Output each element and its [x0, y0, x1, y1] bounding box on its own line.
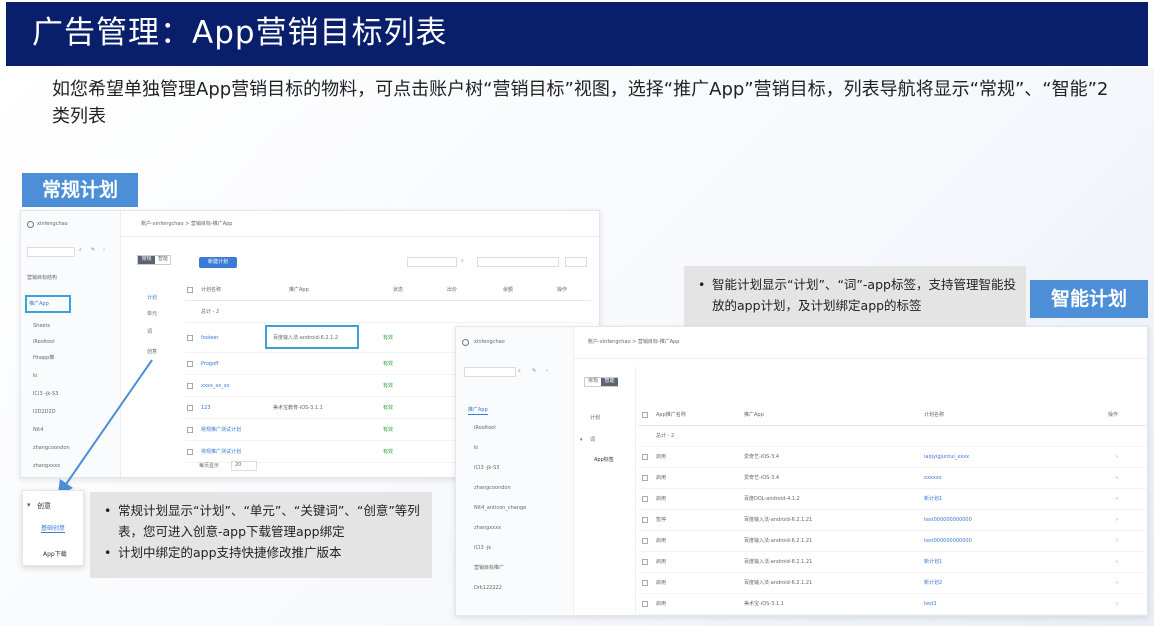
- tree-item[interactable]: zhangcoondon: [474, 485, 511, 492]
- chevron-right-icon[interactable]: ›: [1116, 580, 1118, 587]
- tree-search-input[interactable]: [464, 367, 516, 377]
- tree-item[interactable]: ki: [474, 445, 478, 452]
- account-name: xinfengchao: [474, 339, 505, 345]
- search-icon[interactable]: ⌕: [518, 368, 521, 375]
- row-checkbox[interactable]: [642, 601, 648, 607]
- table-row: 暂停 百度输入法-android-6.2.1.21 test0000000000…: [638, 510, 1146, 531]
- state-cell: 暂停: [656, 517, 667, 523]
- chevron-right-icon[interactable]: ›: [1116, 475, 1118, 482]
- chevron-right-icon[interactable]: ›: [1116, 454, 1118, 461]
- table-row: 启用 百度输入法-android-6.2.1.21 test0000000000…: [638, 531, 1146, 552]
- state-cell: 启用: [656, 496, 667, 502]
- callout-bullet: 计划中绑定的app支持快捷修改推广版本: [98, 542, 424, 563]
- column-header[interactable]: 操作: [1108, 412, 1118, 419]
- plan-name-link[interactable]: xxxxxx: [924, 475, 942, 482]
- row-checkbox[interactable]: [642, 517, 648, 523]
- state-cell: 启用: [656, 559, 667, 565]
- table-row: 启用 百度DOL-android-4.1.2 新计划1 ›: [638, 489, 1146, 510]
- callout-bullet: 智能计划显示“计划”、“词”-app标签，支持管理智能投放的app计划，及计划绑…: [692, 274, 1018, 316]
- menu-item-basic-creative[interactable]: 基础创意: [41, 523, 66, 533]
- account-sidebar: xinfengchao ⌕ ✎ ‹ 推广App iRooltool ki ICI…: [456, 327, 574, 615]
- menu-item-app-download[interactable]: App下载: [43, 549, 67, 558]
- tree-item[interactable]: zhangxxxx: [474, 525, 501, 532]
- column-header[interactable]: App推广名称: [656, 412, 686, 419]
- collapse-icon[interactable]: ‹: [546, 368, 548, 375]
- table-row: 启用 美术宝-iOS-3.1.1 test1 ›: [638, 594, 1146, 615]
- plan-name-link[interactable]: 新计划2: [924, 580, 942, 587]
- table-row: 启用 百度输入法-android-6.2.1.21 新计划2 ›: [638, 573, 1146, 594]
- plan-name-link[interactable]: test1: [924, 601, 937, 608]
- table-header-row: App推广名称 推广App 计划名称 操作: [638, 405, 1146, 426]
- app-cell: 爱奇艺-iOS-3.4: [744, 475, 780, 481]
- plan-name-link[interactable]: test000000000000: [924, 517, 972, 524]
- tree-header[interactable]: 推广App: [468, 407, 488, 415]
- chevron-right-icon[interactable]: ›: [1116, 559, 1118, 566]
- app-cell: 美术宝-iOS-3.1.1: [744, 601, 784, 607]
- level-tabs: 计划 ▾ 词 App标签: [574, 367, 636, 615]
- state-cell: 启用: [656, 475, 667, 481]
- tab-plan[interactable]: 计划: [590, 415, 600, 422]
- smart-plan-callout: 智能计划显示“计划”、“词”-app标签，支持管理智能投放的app计划，及计划绑…: [684, 266, 1026, 326]
- creative-menu-zoom: ▾ 创意 基础创意 App下载: [22, 490, 84, 566]
- smart-plan-badge: 智能计划: [1030, 280, 1148, 318]
- smart-main-panel: 账户-xinfengchao > 营销目标-推广App 常规 智能 计划 ▾ 词…: [574, 327, 1147, 615]
- app-cell: 百度输入法-android-6.2.1.21: [744, 580, 813, 586]
- state-cell: 启用: [656, 538, 667, 544]
- menu-parent-creative[interactable]: 创意: [37, 501, 51, 511]
- table-row: 总计 - 2: [638, 426, 1146, 447]
- state-cell: 启用: [656, 601, 667, 607]
- tree-item[interactable]: ICI3 -jk: [474, 545, 491, 552]
- chevron-down-icon: ▾: [27, 501, 31, 509]
- app-cell: 百度DOL-android-4.1.2: [744, 496, 800, 502]
- column-header[interactable]: 推广App: [744, 412, 764, 419]
- chevron-right-icon[interactable]: ›: [1116, 496, 1118, 503]
- app-cell: 爱奇艺-iOS-3.4: [744, 454, 780, 460]
- plan-name-link[interactable]: 新计划1: [924, 559, 942, 566]
- summary-cell: 总计 - 2: [656, 433, 675, 439]
- tab-keyword[interactable]: 词: [590, 437, 595, 444]
- breadcrumb-bar: 账户-xinfengchao > 营销目标-推广App: [574, 327, 1147, 359]
- plan-name-link[interactable]: test000000000000: [924, 538, 972, 545]
- callout-bullet: 常规计划显示“计划”、“单元”、“关键词”、“创意”等列表，您可进入创意-app…: [98, 500, 424, 542]
- tree-item[interactable]: ICI3 -jk-S3: [474, 465, 499, 472]
- row-checkbox[interactable]: [642, 496, 648, 502]
- power-icon[interactable]: [462, 339, 469, 346]
- app-cell: 百度输入法-android-6.2.1.21: [744, 538, 813, 544]
- table-row: 启用 百度输入法-android-6.2.1.21 新计划1 ›: [638, 552, 1146, 573]
- row-checkbox[interactable]: [642, 454, 648, 460]
- app-cell: 百度输入法-android-6.2.1.21: [744, 559, 813, 565]
- tab-app-label[interactable]: App标签: [594, 457, 614, 464]
- row-checkbox[interactable]: [642, 580, 648, 586]
- state-cell: 启用: [656, 580, 667, 586]
- chevron-right-icon[interactable]: ›: [1116, 538, 1118, 545]
- plan-name-link[interactable]: 新计划1: [924, 496, 942, 503]
- row-checkbox[interactable]: [642, 538, 648, 544]
- smart-plan-window: xinfengchao ⌕ ✎ ‹ 推广App iRooltool ki ICI…: [455, 326, 1148, 616]
- breadcrumb: 账户-xinfengchao > 营销目标-推广App: [588, 339, 680, 345]
- state-cell: 启用: [656, 454, 667, 460]
- chevron-right-icon[interactable]: ›: [1116, 601, 1118, 608]
- table-row: 启用 爱奇艺-iOS-3.4 iaqiyigjuntui_xxxx ›: [638, 447, 1146, 468]
- app-cell: 百度输入法-android-6.2.1.21: [744, 517, 813, 523]
- column-header[interactable]: 计划名称: [924, 412, 944, 419]
- tree-item[interactable]: Drk122222: [474, 585, 502, 592]
- smart-plan-table: App推广名称 推广App 计划名称 操作 总计 - 2 启用 爱奇艺-iOS-…: [638, 367, 1146, 615]
- table-row: 启用 爱奇艺-iOS-3.4 xxxxxx ›: [638, 468, 1146, 489]
- normal-plan-callout: 常规计划显示“计划”、“单元”、“关键词”、“创意”等列表，您可进入创意-app…: [90, 492, 432, 578]
- tree-item[interactable]: 营销目标推广: [474, 565, 504, 572]
- chevron-down-icon: ▾: [580, 437, 583, 443]
- tree-item[interactable]: Nit4_anticon_change: [474, 505, 526, 512]
- row-checkbox[interactable]: [642, 559, 648, 565]
- edit-icon[interactable]: ✎: [532, 368, 536, 375]
- select-all-checkbox[interactable]: [642, 412, 648, 418]
- row-checkbox[interactable]: [642, 475, 648, 481]
- chevron-right-icon[interactable]: ›: [1116, 517, 1118, 524]
- plan-name-link[interactable]: iaqiyigjuntui_xxxx: [924, 454, 969, 461]
- tree-item[interactable]: iRooltool: [474, 425, 496, 432]
